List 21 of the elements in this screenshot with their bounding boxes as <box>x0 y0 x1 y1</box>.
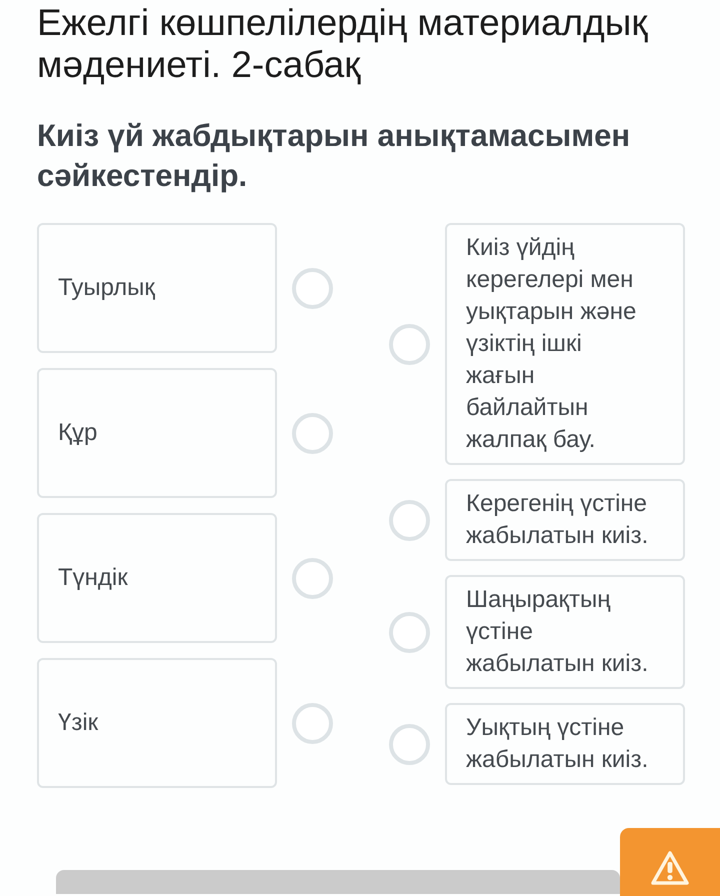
match-radio[interactable] <box>389 500 430 540</box>
definition-card[interactable]: Уықтың үстіне жабылатын киіз. <box>445 703 685 785</box>
definition-card[interactable]: Керегенің үстіне жабылатын киіз. <box>445 479 685 561</box>
term-card[interactable]: Түндік <box>37 513 277 643</box>
lesson-title: Ежелгі көшпелілердің материалдық мәдениеті. 2-сабақ <box>37 2 649 86</box>
report-button[interactable] <box>620 828 720 896</box>
term-card[interactable]: Үзік <box>37 658 277 788</box>
match-radio[interactable] <box>389 612 430 652</box>
match-radio[interactable] <box>389 724 430 764</box>
warning-icon <box>650 850 690 886</box>
match-radio[interactable] <box>292 702 333 744</box>
question-text: Киіз үй жабдықтарын анықтамасымен сәйкестендір. <box>37 117 632 195</box>
term-card[interactable]: Туырлық <box>37 223 277 353</box>
match-radio[interactable] <box>292 412 333 454</box>
match-radio[interactable] <box>292 558 333 598</box>
match-radio[interactable] <box>292 268 333 308</box>
definition-card[interactable]: Шаңырақтың үстіне жабылатын киіз. <box>445 575 685 689</box>
term-card[interactable]: Құр <box>37 368 277 498</box>
bottom-button[interactable] <box>56 870 620 894</box>
match-radio[interactable] <box>389 324 430 364</box>
definition-card[interactable]: Киіз үйдің керегелері мен уықтарын және үзіктің ішкі жағын байлайтын жалпақ бау. <box>445 223 685 465</box>
